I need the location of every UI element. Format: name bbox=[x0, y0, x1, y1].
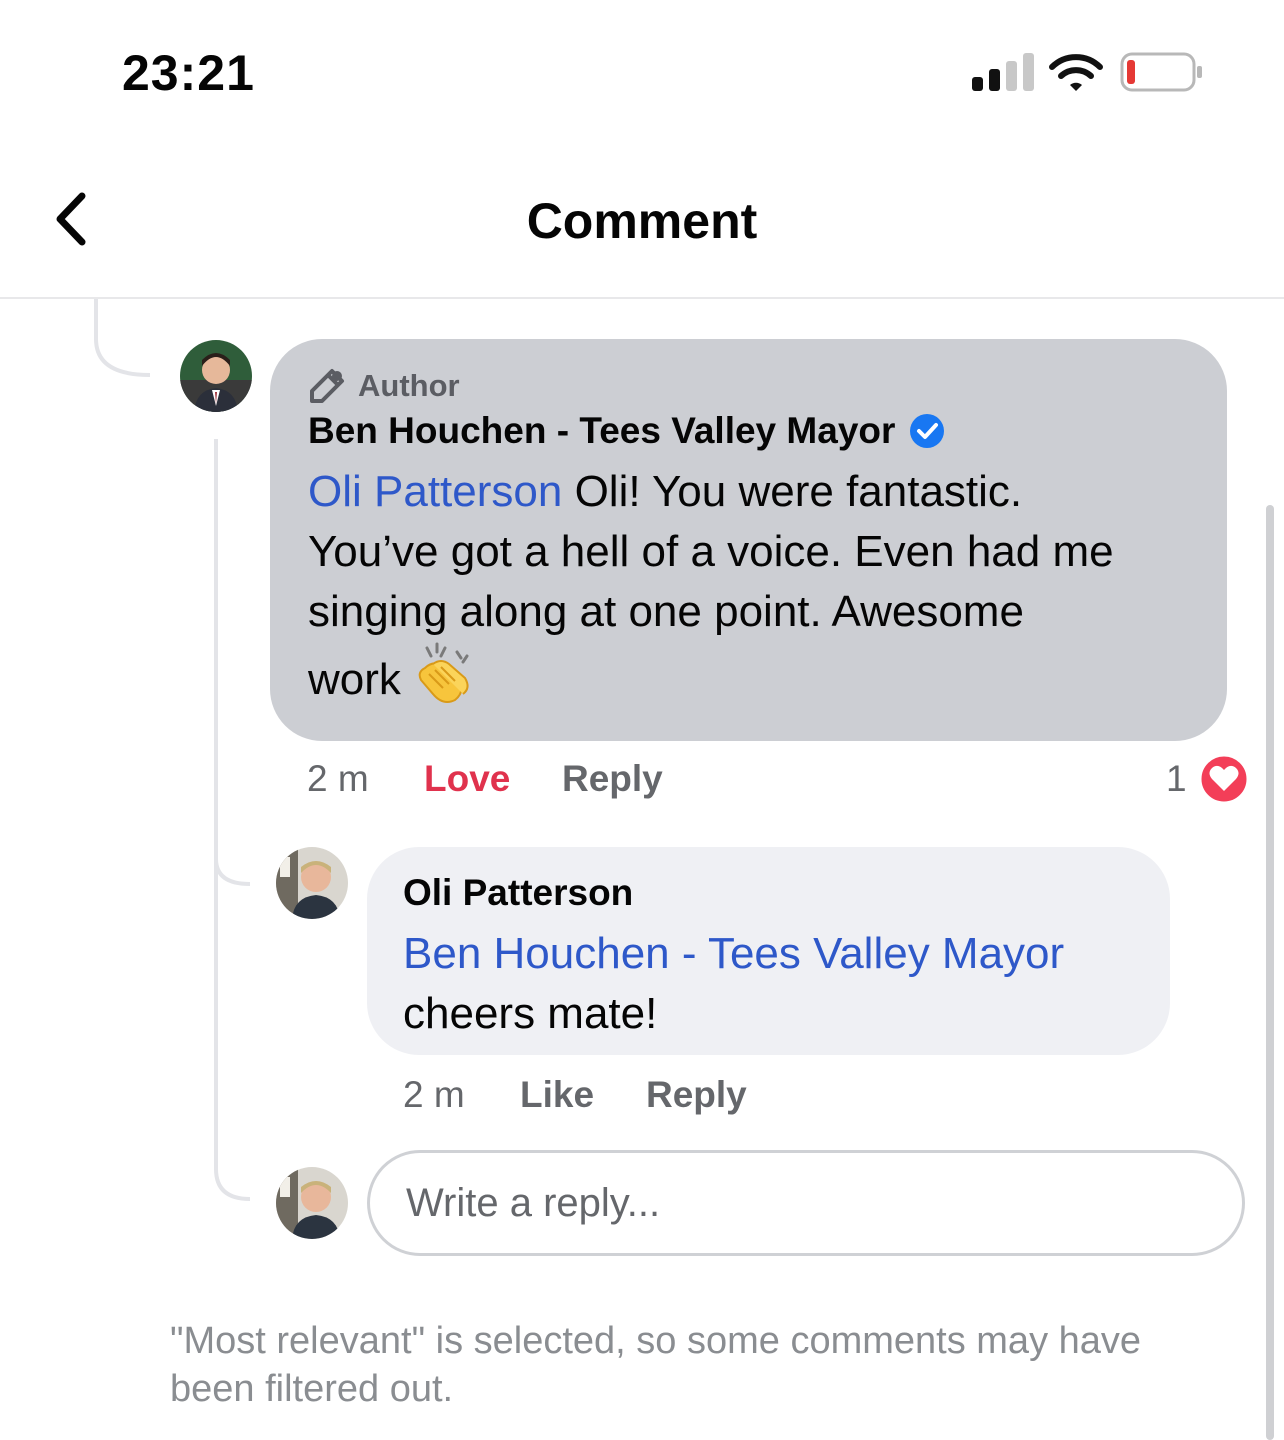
comment-author-name[interactable]: Ben Houchen - Tees Valley Mayor bbox=[308, 410, 945, 452]
author-badge: Author bbox=[308, 366, 460, 406]
current-user-avatar bbox=[276, 1167, 348, 1239]
avatar-oli-patterson[interactable] bbox=[276, 847, 348, 919]
reply-reply-button[interactable]: Reply bbox=[646, 1074, 747, 1116]
comment-timestamp: 2 m bbox=[307, 758, 369, 799]
reply-timestamp: 2 m bbox=[403, 1074, 465, 1115]
filter-notice: "Most relevant" is selected, so some com… bbox=[170, 1320, 1142, 1410]
reply-author-name[interactable]: Oli Patterson bbox=[403, 872, 633, 914]
like-button[interactable]: Like bbox=[520, 1074, 594, 1116]
mention-link[interactable]: Oli Patterson bbox=[308, 467, 562, 516]
wifi-icon bbox=[1049, 54, 1103, 91]
reply-button[interactable]: Reply bbox=[562, 758, 663, 800]
comment-text-line4: work bbox=[308, 655, 401, 704]
reply-mention-link[interactable]: Ben Houchen - Tees Valley Mayor bbox=[403, 929, 1064, 978]
avatar-ben-houchen[interactable] bbox=[180, 340, 252, 412]
thread-lines bbox=[94, 299, 251, 1201]
reply-input[interactable]: Write a reply... bbox=[367, 1150, 1245, 1256]
author-badge-label: Author bbox=[358, 368, 460, 403]
scrollbar[interactable] bbox=[1266, 505, 1274, 1440]
status-time: 23:21 bbox=[122, 45, 255, 101]
battery-low-icon bbox=[1120, 52, 1202, 92]
reply-text: Ben Houchen - Tees Valley Mayor cheers m… bbox=[403, 924, 1163, 1044]
clapping-hands-icon bbox=[418, 642, 469, 703]
comment-text-line2: You’ve got a hell of a voice. Even had m… bbox=[308, 527, 1114, 576]
comment-author-label[interactable]: Ben Houchen - Tees Valley Mayor bbox=[308, 410, 895, 452]
comment-text-line1: Oli! You were fantastic. bbox=[562, 467, 1023, 516]
microphone-icon bbox=[310, 369, 344, 403]
reaction-count[interactable]: 1 bbox=[1166, 758, 1187, 800]
cellular-signal-icon bbox=[972, 53, 1034, 91]
verified-badge-icon bbox=[910, 414, 945, 448]
page-title: Comment bbox=[526, 193, 758, 249]
reply-text-content: cheers mate! bbox=[403, 989, 658, 1038]
heart-icon[interactable] bbox=[1198, 753, 1250, 805]
comment-text: Oli Patterson Oli! You were fantastic. Y… bbox=[308, 462, 1208, 710]
comment-text-line3: singing along at one point. Awesome bbox=[308, 587, 1024, 636]
love-reaction-button[interactable]: Love bbox=[424, 758, 510, 800]
